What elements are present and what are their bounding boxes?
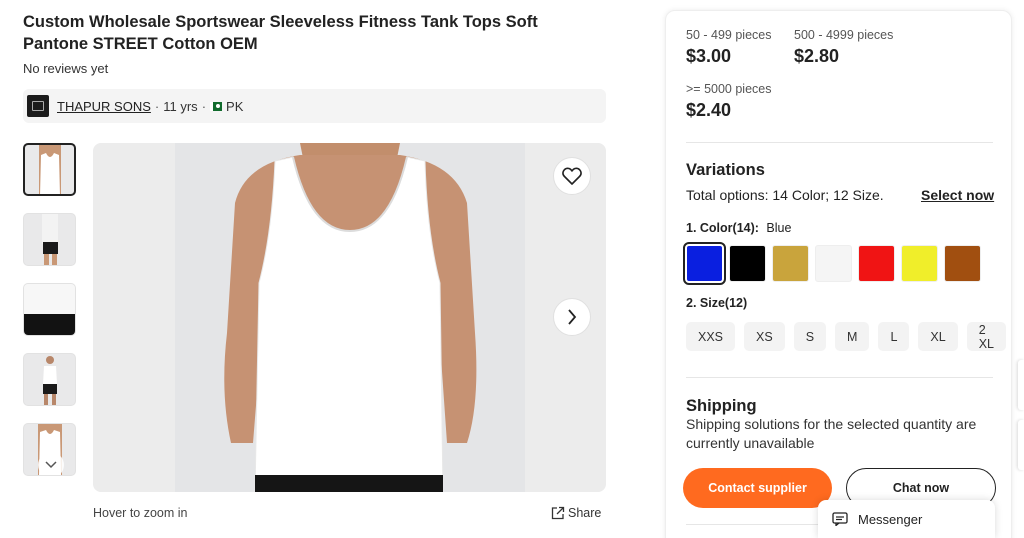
contact-supplier-button[interactable]: Contact supplier [683,468,832,508]
chevron-right-icon [568,309,577,325]
price-tier-qty: 500 - 4999 pieces [794,28,894,42]
size-option-s[interactable]: S [793,322,827,351]
color-selected-value: Blue [766,221,792,235]
messenger-label: Messenger [858,511,923,527]
share-icon [551,506,565,520]
supplier-years: 11 yrs [163,98,198,114]
reviews-text: No reviews yet [23,61,109,76]
price-tier-3: >= 5000 pieces $2.40 [686,82,772,121]
separator-dot: · [154,98,160,114]
color-swatch-brown[interactable] [944,245,981,282]
color-swatch-red[interactable] [858,245,895,282]
color-swatch-black[interactable] [729,245,766,282]
separator-dot: · [201,98,207,114]
hover-zoom-hint: Hover to zoom in [93,506,188,520]
price-tier-qty: >= 5000 pieces [686,82,772,96]
color-swatch-gold[interactable] [772,245,809,282]
chevron-down-icon [45,461,57,469]
next-image-button[interactable] [553,298,591,336]
color-swatch-white[interactable] [815,245,852,282]
model-shorts-thumb-image [41,214,58,265]
price-tier-qty: 50 - 499 pieces [686,28,772,42]
shipping-text: Shipping solutions for the selected quan… [686,416,977,451]
size-option-xl[interactable]: XL [918,322,958,351]
price-tier-price: $3.00 [686,46,732,66]
product-photo [175,143,525,492]
size-option-xxs[interactable]: XXS [686,322,736,351]
thumbnail-3[interactable] [23,283,76,336]
thumbnail-1[interactable] [23,143,76,196]
main-product-image[interactable] [93,143,606,492]
color-swatches [683,242,987,285]
product-title: Custom Wholesale Sportswear Sleeveless F… [23,13,538,53]
color-swatch-yellow[interactable] [901,245,938,282]
share-button[interactable]: Share [551,506,601,520]
color-label: 1. Color(14): Blue [686,221,791,235]
thumbnail-scroll-down-button[interactable] [38,452,64,475]
size-option-xs[interactable]: XS [744,322,785,351]
supplier-bar: THAPUR SONS · 11 yrs · PK [23,89,606,123]
full-body-thumb-image [42,356,57,405]
tank-top-thumb-image [38,145,61,194]
price-tier-price: $2.80 [794,46,840,66]
thumbnail-5[interactable] [23,423,76,476]
divider [686,142,993,143]
supplier-name-link[interactable]: THAPUR SONS [57,99,151,114]
messenger-button[interactable]: Messenger [818,500,995,538]
shipping-title: Shipping [686,397,757,415]
price-tier-2: 500 - 4999 pieces $2.80 [794,28,893,67]
color-label-heading: 1. Color(14): [686,221,759,235]
purchase-panel: 50 - 499 pieces $3.00 500 - 4999 pieces … [665,10,1012,538]
color-swatch-blue[interactable] [683,242,726,285]
favorite-button[interactable] [553,157,591,195]
size-option-m[interactable]: M [835,322,870,351]
variations-title: Variations [686,161,765,179]
size-options: XXS XS S M L XL 2 XL [686,322,1015,351]
message-icon [832,512,848,526]
total-options-text: Total options: 14 Color; 12 Size. [686,187,884,203]
share-label: Share [568,506,602,520]
side-tab[interactable] [1018,360,1024,410]
divider [686,377,993,378]
thumbnail-list [23,143,76,493]
model-tank-top-image [175,143,525,492]
size-option-l[interactable]: L [878,322,910,351]
price-tier-price: $2.40 [686,100,732,120]
supplier-logo[interactable] [27,95,49,117]
size-option-2xl[interactable]: 2 XL [966,322,1006,351]
price-tier-1: 50 - 499 pieces $3.00 [686,28,771,67]
pakistan-flag-icon [210,101,223,111]
select-now-link[interactable]: Select now [921,187,994,203]
size-label: 2. Size(12) [686,296,748,310]
side-tab[interactable] [1018,420,1024,470]
heart-icon [562,167,582,185]
supplier-country: PK [226,98,244,114]
thumbnail-2[interactable] [23,213,76,266]
thumbnail-4[interactable] [23,353,76,406]
closeup-thumb-image [24,284,75,335]
